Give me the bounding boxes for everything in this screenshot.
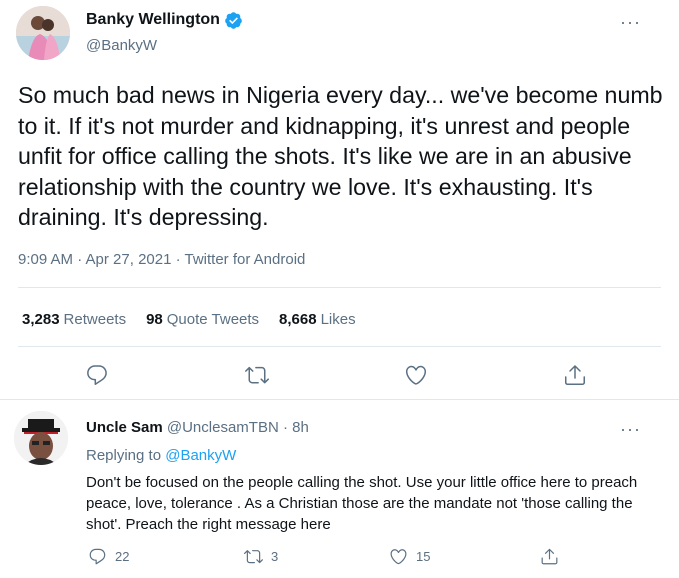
like-icon xyxy=(405,365,427,385)
retweets-stat[interactable]: 3,283 Retweets xyxy=(22,311,126,328)
reply-author-handle[interactable]: @UnclesamTBN xyxy=(167,419,279,436)
reply-author-name[interactable]: Uncle Sam xyxy=(86,419,163,436)
verified-badge-icon xyxy=(224,11,243,30)
replying-to: Replying to @BankyW xyxy=(86,447,237,464)
retweet-icon xyxy=(245,366,269,384)
more-icon[interactable]: ··· xyxy=(620,12,641,33)
reply-button[interactable] xyxy=(84,362,110,388)
author-avatar[interactable] xyxy=(16,6,70,60)
reply-header: Uncle Sam @UnclesamTBN · 8h xyxy=(86,419,309,436)
reply-avatar[interactable] xyxy=(14,411,68,465)
tweet-stats: 3,283 Retweets 98 Quote Tweets 8,668 Likes xyxy=(22,311,356,328)
main-tweet: Banky Wellington @BankyW ··· So much bad… xyxy=(0,0,679,400)
divider xyxy=(18,346,661,347)
reply-time[interactable]: · 8h xyxy=(279,419,309,436)
reply-retweet-count: 3 xyxy=(271,549,279,564)
reply-reply-button[interactable]: 22 xyxy=(88,547,129,566)
tweet-text: So much bad news in Nigeria every day...… xyxy=(18,82,663,230)
divider xyxy=(18,287,661,288)
reply-icon xyxy=(89,548,106,565)
more-icon[interactable]: ··· xyxy=(620,419,641,440)
tweet-meta[interactable]: 9:09 AM · Apr 27, 2021 · Twitter for And… xyxy=(18,251,305,268)
replying-to-link[interactable]: @BankyW xyxy=(165,447,236,464)
author-block: Banky Wellington @BankyW xyxy=(86,10,243,54)
reply-avatar-image xyxy=(14,411,68,465)
retweet-button[interactable] xyxy=(244,362,270,388)
author-avatar-image xyxy=(16,6,70,60)
retweet-icon xyxy=(244,550,263,564)
like-icon xyxy=(390,549,407,565)
share-button[interactable] xyxy=(562,362,588,388)
reply-like-button[interactable]: 15 xyxy=(389,547,430,566)
reply-icon xyxy=(87,365,107,385)
reply-retweet-button[interactable]: 3 xyxy=(244,547,278,566)
quote-tweets-stat[interactable]: 98 Quote Tweets xyxy=(146,311,259,328)
author-handle[interactable]: @BankyW xyxy=(86,37,243,54)
share-icon xyxy=(541,548,558,565)
reply-text: Don't be focused on the people calling t… xyxy=(86,474,638,533)
reply-share-button[interactable] xyxy=(540,547,559,566)
likes-stat[interactable]: 8,668 Likes xyxy=(279,311,356,328)
like-button[interactable] xyxy=(403,362,429,388)
reply-like-count: 15 xyxy=(416,549,431,564)
share-icon xyxy=(565,365,585,385)
author-name[interactable]: Banky Wellington xyxy=(86,11,220,29)
reply-count: 22 xyxy=(115,549,130,564)
